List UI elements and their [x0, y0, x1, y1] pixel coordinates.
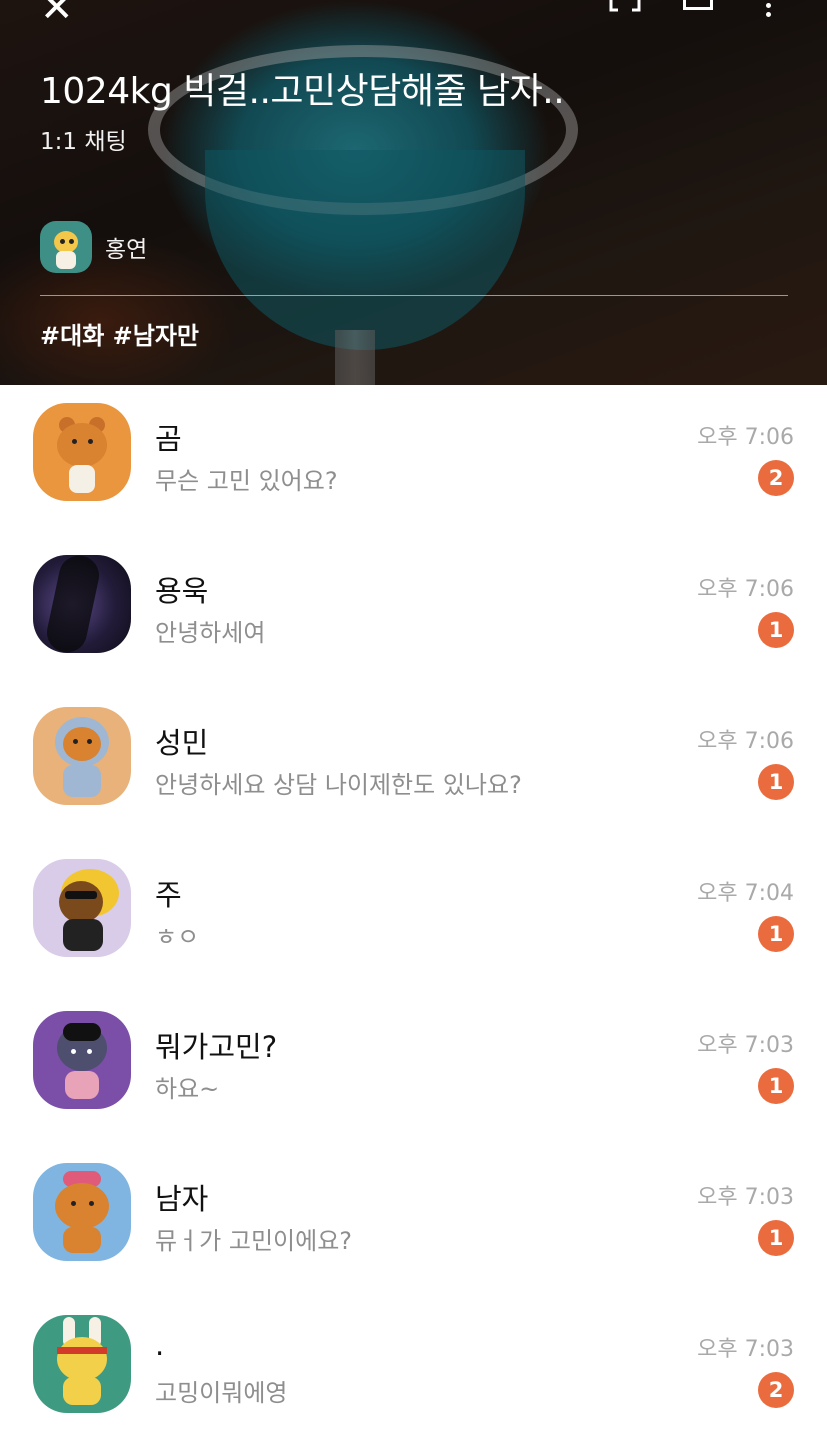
chat-message: 무슨 고민 있어요? — [155, 467, 338, 495]
chat-time: 오후 7:06 — [697, 577, 794, 602]
chat-name: 주 — [155, 878, 182, 912]
chat-row[interactable]: 용욱 안녕하세여 오후 7:06 1 — [0, 537, 827, 689]
more-icon[interactable] — [764, 0, 772, 17]
avatar[interactable] — [33, 555, 131, 653]
chat-time: 오후 7:03 — [697, 1185, 794, 1210]
chat-time: 오후 7:04 — [697, 881, 794, 906]
unread-badge: 1 — [758, 1220, 794, 1256]
avatar[interactable] — [33, 1315, 131, 1413]
chat-name: . — [155, 1328, 165, 1362]
host-avatar[interactable] — [40, 221, 92, 273]
host-name: 홍연 — [105, 237, 148, 263]
avatar[interactable] — [33, 707, 131, 805]
chat-name: 용욱 — [155, 574, 209, 608]
chat-time: 오후 7:06 — [697, 425, 794, 450]
unread-badge: 1 — [758, 1068, 794, 1104]
chat-time: 오후 7:03 — [697, 1033, 794, 1058]
chat-time: 오후 7:06 — [697, 729, 794, 754]
unread-badge: 1 — [758, 764, 794, 800]
host-profile[interactable]: 홍연 — [40, 221, 147, 273]
chat-message: 고밍이뭐에영 — [155, 1379, 288, 1407]
chat-row[interactable]: 곰 무슨 고민 있어요? 오후 7:06 2 — [0, 385, 827, 537]
chat-row[interactable]: 주 ㅎㅇ 오후 7:04 1 — [0, 841, 827, 993]
close-icon[interactable]: ✕ — [40, 0, 74, 28]
chat-name: 뭐가고민? — [155, 1030, 278, 1064]
chat-name: 곰 — [155, 422, 182, 456]
expand-icon[interactable] — [609, 0, 641, 12]
unread-badge: 1 — [758, 612, 794, 648]
chat-row[interactable]: 뭐가고민? 하요~ 오후 7:03 1 — [0, 993, 827, 1145]
chat-name: 성민 — [155, 726, 209, 760]
chat-message: ㅎㅇ — [155, 923, 200, 951]
chat-message: 하요~ — [155, 1075, 220, 1103]
chat-message: 안녕하세요 상담 나이제한도 있나요? — [155, 771, 522, 799]
avatar[interactable] — [33, 859, 131, 957]
avatar[interactable] — [33, 1163, 131, 1261]
room-type-label: 1:1 채팅 — [40, 129, 127, 155]
chat-row[interactable]: . 고밍이뭐에영 오후 7:03 2 — [0, 1297, 827, 1449]
avatar[interactable] — [33, 1011, 131, 1109]
chat-message: 안녕하세여 — [155, 619, 266, 647]
chat-message: 뮤ㅓ가 고민이에요? — [155, 1227, 353, 1255]
chat-name: 남자 — [155, 1182, 209, 1216]
unread-badge: 2 — [758, 1372, 794, 1408]
room-header: ✕ 1024kg 빅걸..고민상담해줄 남자.. 1:1 채팅 홍연 #대화 #… — [0, 0, 827, 385]
share-icon[interactable] — [683, 0, 713, 10]
chat-time: 오후 7:03 — [697, 1337, 794, 1362]
header-divider — [40, 295, 788, 296]
unread-badge: 1 — [758, 916, 794, 952]
avatar[interactable] — [33, 403, 131, 501]
unread-badge: 2 — [758, 460, 794, 496]
room-tags: #대화 #남자만 — [40, 322, 199, 350]
room-title: 1024kg 빅걸..고민상담해줄 남자.. — [40, 71, 565, 112]
chat-row[interactable]: 남자 뮤ㅓ가 고민이에요? 오후 7:03 1 — [0, 1145, 827, 1297]
chat-row[interactable]: 성민 안녕하세요 상담 나이제한도 있나요? 오후 7:06 1 — [0, 689, 827, 841]
